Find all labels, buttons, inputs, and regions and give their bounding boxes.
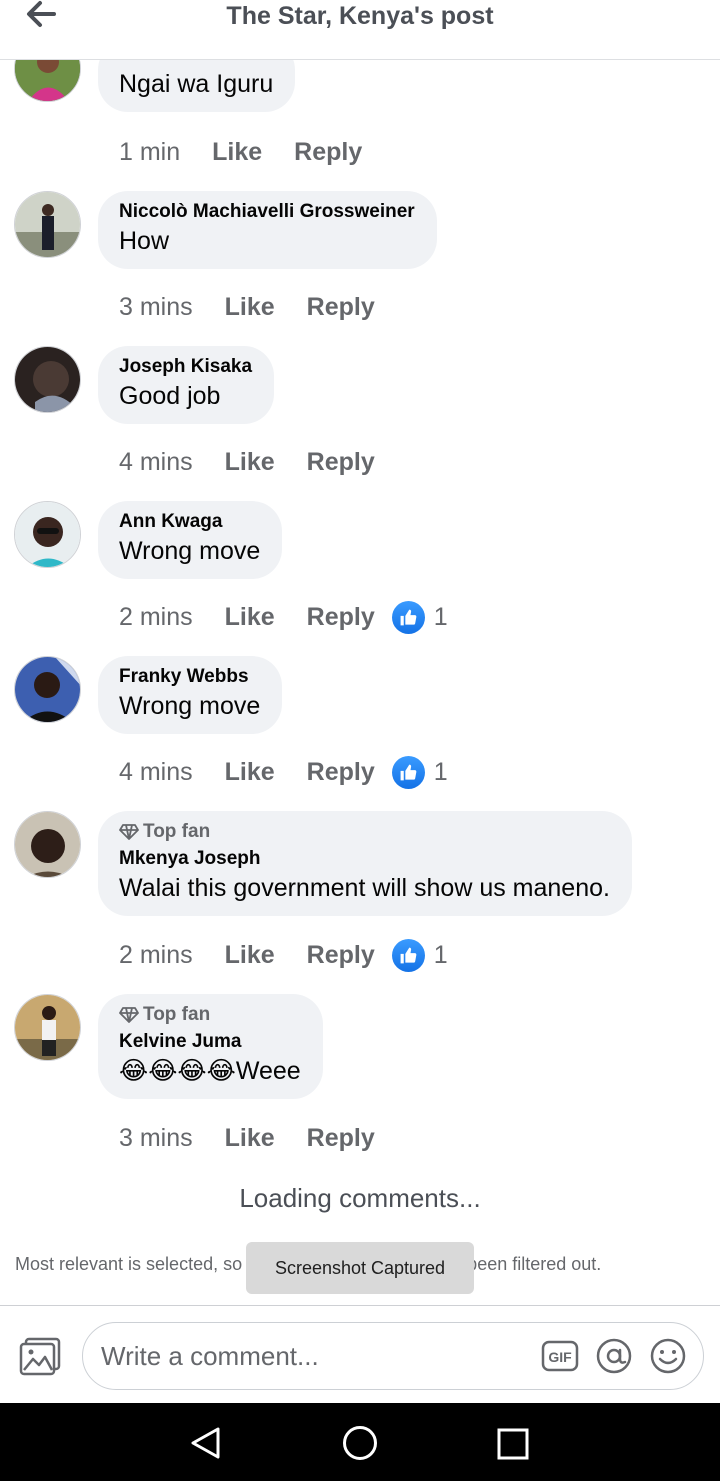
square-recents-icon (497, 1428, 529, 1460)
comment-item: Joseph Kisaka Good job 4 mins Like Reply (0, 345, 720, 495)
comment-author[interactable]: Franky Webbs (119, 666, 260, 688)
comment-bubble[interactable]: Niccolò Machiavelli Grossweiner How (98, 191, 437, 269)
thumbs-up-icon (391, 938, 425, 972)
comment-meta: 2 mins Like Reply 1 (119, 938, 448, 972)
comment-text: Walai this government will show us manen… (119, 874, 610, 902)
comment-bubble[interactable]: Top fan Mkenya Joseph Walai this governm… (98, 811, 632, 916)
avatar[interactable] (14, 191, 81, 258)
comment-bubble[interactable]: Top fan Kelvine Juma 😂😂😂😂Weee (98, 994, 323, 1099)
comment-time[interactable]: 1 min (119, 138, 180, 167)
reaction-count: 1 (433, 757, 448, 786)
photo-button[interactable] (18, 1336, 62, 1376)
svg-text:GIF: GIF (548, 1349, 572, 1365)
comment-text: Wrong move (119, 692, 261, 720)
gif-icon: GIF (541, 1340, 579, 1372)
reaction-summary[interactable]: 1 (391, 600, 448, 634)
at-sign-icon (596, 1338, 632, 1374)
comment-text: Good job (119, 382, 221, 410)
reaction-summary[interactable]: 1 (391, 938, 448, 972)
avatar[interactable] (14, 994, 81, 1061)
comment-time[interactable]: 3 mins (119, 293, 193, 322)
comment-item: Top fan Kelvine Juma 😂😂😂😂Weee 3 mins Lik… (0, 993, 720, 1163)
top-bar: The Star, Kenya's post (0, 0, 720, 60)
reply-button[interactable]: Reply (307, 758, 375, 787)
like-button[interactable]: Like (225, 758, 275, 787)
comment-author[interactable]: Niccolò Machiavelli Grossweiner (119, 201, 415, 223)
comment-item: Top fan Mkenya Joseph Walai this governm… (0, 810, 720, 985)
emoji-button[interactable] (649, 1337, 687, 1375)
comment-meta: 2 mins Like Reply 1 (119, 600, 448, 634)
avatar[interactable] (14, 656, 81, 723)
like-button[interactable]: Like (212, 138, 262, 167)
nav-recents-button[interactable] (496, 1427, 530, 1466)
reaction-count: 1 (433, 602, 448, 631)
comment-meta: 1 min Like Reply (119, 135, 362, 169)
comment-text: Wrong move (119, 537, 261, 565)
nav-back-button[interactable] (188, 1425, 224, 1466)
photo-icon (19, 1337, 61, 1376)
top-fan-label: Top fan (143, 821, 211, 842)
comment-bubble[interactable]: Franky Webbs Wrong move (98, 656, 283, 734)
avatar[interactable] (14, 811, 81, 878)
comment-meta: 4 mins Like Reply 1 (119, 755, 448, 789)
comments-list: Peter Mwati Ngai wa Iguru 1 min Like Rep… (0, 0, 720, 1300)
comment-input[interactable]: Write a comment... GIF (82, 1322, 704, 1390)
comment-text: How (119, 227, 170, 255)
thumbs-up-icon (391, 600, 425, 634)
top-fan-badge: Top fan (119, 821, 610, 843)
reply-button[interactable]: Reply (294, 138, 362, 167)
loading-comments: Loading comments... (239, 1183, 481, 1213)
thumbs-up-icon (391, 755, 425, 789)
like-button[interactable]: Like (225, 448, 275, 477)
smiley-icon (650, 1338, 686, 1374)
circle-home-icon (343, 1426, 377, 1460)
comment-item: Franky Webbs Wrong move 4 mins Like Repl… (0, 655, 720, 805)
toast-notification: Screenshot Captured (246, 1242, 474, 1294)
reaction-count: 1 (433, 940, 448, 969)
reply-button[interactable]: Reply (307, 1124, 375, 1153)
diamond-icon (119, 1007, 139, 1023)
like-button[interactable]: Like (225, 603, 275, 632)
reply-button[interactable]: Reply (307, 941, 375, 970)
comment-meta: 4 mins Like Reply (119, 445, 375, 479)
triangle-back-icon (191, 1427, 220, 1459)
reaction-summary[interactable]: 1 (391, 755, 448, 789)
comment-text: 😂😂😂😂Weee (119, 1057, 301, 1085)
comment-meta: 3 mins Like Reply (119, 290, 375, 324)
comment-input-placeholder: Write a comment... (101, 1341, 319, 1371)
diamond-icon (119, 824, 139, 840)
reply-button[interactable]: Reply (307, 293, 375, 322)
like-button[interactable]: Like (225, 941, 275, 970)
comment-time[interactable]: 2 mins (119, 603, 193, 632)
comment-text: Ngai wa Iguru (119, 70, 274, 98)
comment-time[interactable]: 3 mins (119, 1124, 193, 1153)
comment-author[interactable]: Kelvine Juma (119, 1031, 301, 1053)
reply-button[interactable]: Reply (307, 603, 375, 632)
comment-bubble[interactable]: Ann Kwaga Wrong move (98, 501, 283, 579)
comment-item: Peter Mwati Ngai wa Iguru 1 min Like Rep… (0, 35, 720, 180)
nav-home-button[interactable] (342, 1425, 378, 1466)
top-fan-label: Top fan (143, 1004, 211, 1025)
like-button[interactable]: Like (225, 1124, 275, 1153)
top-fan-badge: Top fan (119, 1004, 301, 1026)
comment-time[interactable]: 2 mins (119, 941, 193, 970)
like-button[interactable]: Like (225, 293, 275, 322)
avatar[interactable] (14, 501, 81, 568)
comment-author[interactable]: Ann Kwaga (119, 511, 260, 533)
gif-button[interactable]: GIF (541, 1339, 579, 1373)
android-nav-bar (0, 1403, 720, 1481)
mention-button[interactable] (595, 1337, 633, 1375)
reply-button[interactable]: Reply (307, 448, 375, 477)
comment-time[interactable]: 4 mins (119, 448, 193, 477)
avatar[interactable] (14, 346, 81, 413)
comment-time[interactable]: 4 mins (119, 758, 193, 787)
page-title: The Star, Kenya's post (226, 2, 494, 30)
comment-item: Niccolò Machiavelli Grossweiner How 3 mi… (0, 190, 720, 340)
comment-composer: Write a comment... GIF (0, 1305, 720, 1403)
comment-item: Ann Kwaga Wrong move 2 mins Like Reply 1 (0, 500, 720, 650)
comment-author[interactable]: Joseph Kisaka (119, 356, 252, 378)
comment-author[interactable]: Mkenya Joseph (119, 848, 610, 870)
comment-meta: 3 mins Like Reply (119, 1121, 375, 1155)
comment-bubble[interactable]: Joseph Kisaka Good job (98, 346, 275, 424)
